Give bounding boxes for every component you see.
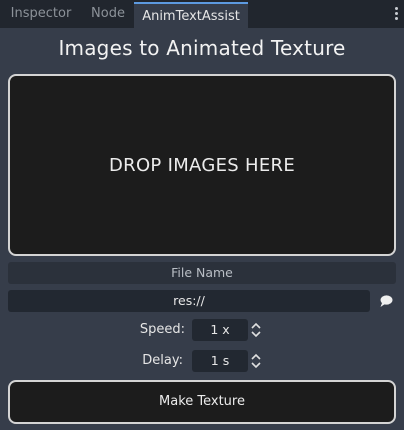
file-name-label: File Name	[8, 262, 396, 284]
panel-title: Images to Animated Texture	[58, 36, 346, 60]
drop-zone-label: DROP IMAGES HERE	[108, 154, 295, 176]
tab-node[interactable]: Node	[82, 0, 134, 28]
speed-updown-icon[interactable]	[250, 321, 262, 339]
drop-images-zone[interactable]: DROP IMAGES HERE	[8, 74, 396, 256]
speed-label: Speed:	[139, 322, 185, 337]
file-path-input[interactable]: res://	[8, 290, 370, 312]
tab-inspector[interactable]: Inspector	[0, 0, 82, 28]
tab-bar: Inspector Node AnimTextAssist	[0, 0, 404, 28]
tab-animtextassist[interactable]: AnimTextAssist	[134, 2, 248, 28]
speed-spinbox[interactable]: 1 x	[192, 319, 248, 341]
delay-updown-icon[interactable]	[250, 352, 262, 370]
speech-bubble-icon[interactable]	[378, 293, 394, 309]
make-texture-button[interactable]: Make Texture	[8, 380, 396, 424]
delay-spinbox[interactable]: 1 s	[192, 350, 248, 372]
kebab-menu-icon[interactable]	[395, 7, 399, 21]
delay-label: Delay:	[142, 353, 183, 368]
